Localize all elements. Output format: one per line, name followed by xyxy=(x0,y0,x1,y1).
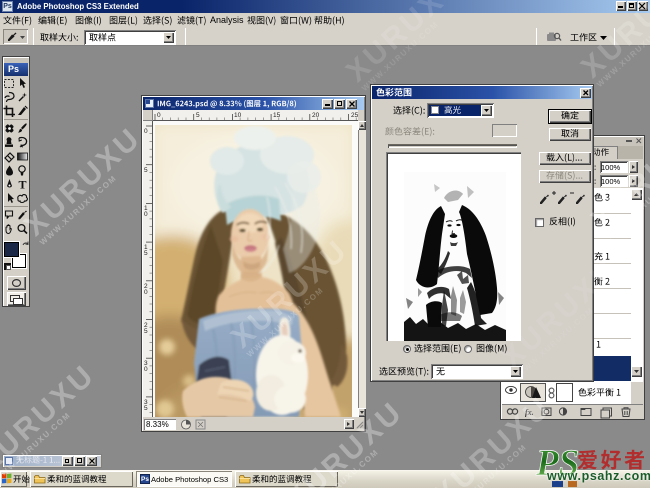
svg-text:0: 0 xyxy=(144,289,148,296)
svg-text:5: 5 xyxy=(196,112,200,119)
svg-text:5: 5 xyxy=(144,328,148,335)
svg-text:25: 25 xyxy=(351,112,358,119)
svg-text:T: T xyxy=(19,178,27,192)
svg-text:5: 5 xyxy=(144,250,148,257)
svg-text:0: 0 xyxy=(144,211,148,218)
svg-text:10: 10 xyxy=(234,112,242,119)
svg-text:0: 0 xyxy=(144,128,148,135)
svg-text:0: 0 xyxy=(144,366,148,373)
svg-text:5: 5 xyxy=(144,405,148,412)
svg-text:20: 20 xyxy=(312,112,320,119)
svg-text:5: 5 xyxy=(144,167,148,174)
svg-text:0: 0 xyxy=(157,112,161,119)
svg-text:15: 15 xyxy=(273,112,281,119)
